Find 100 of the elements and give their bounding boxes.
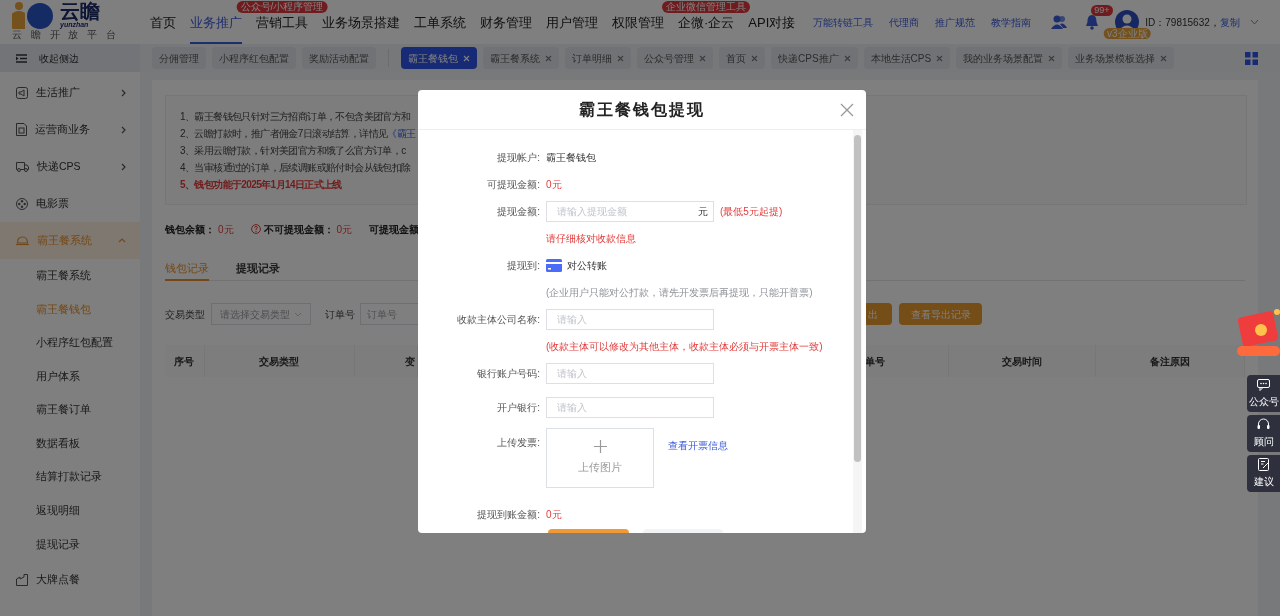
filter-label: 订单号 (325, 307, 355, 322)
form-note: (收款主体可以修改为其他主体，收款主体必须与开票主体一致) (546, 340, 823, 354)
logo-icon (12, 1, 56, 29)
notice-line: 5、钱包功能于2025年1月14日正式上线 (180, 178, 342, 192)
tab[interactable]: 分佣管理 (152, 47, 206, 69)
nav-tab[interactable]: 首页 (150, 0, 176, 44)
megaphone-icon (16, 86, 28, 99)
grid-icon[interactable] (1245, 51, 1258, 65)
sidebar-subitem[interactable]: 霸王餐系统 (36, 267, 91, 284)
side-tool-button[interactable]: 建议 (1247, 455, 1280, 492)
form-label: 收款主体公司名称: (456, 313, 540, 327)
sidebar-item[interactable]: 大牌点餐 (0, 561, 140, 599)
sidebar-subitem[interactable]: 小程序红包配置 (36, 335, 113, 351)
column-header: 交易时间 (948, 345, 1097, 377)
close-icon[interactable] (936, 54, 944, 62)
sidebar-subitem[interactable]: 数据看板 (36, 435, 80, 452)
sidebar-item[interactable]: 快递CPS (0, 148, 140, 185)
help-icon[interactable] (250, 224, 261, 234)
sidebar-item[interactable]: 运营商业务 (0, 111, 140, 148)
balance-value: 0元 (336, 222, 353, 237)
nav-tab[interactable]: 财务管理 (480, 0, 532, 44)
chevron-right-icon (121, 88, 126, 97)
sidebar-subitem[interactable]: 用户体系 (36, 368, 80, 385)
close-icon[interactable] (699, 54, 706, 62)
bell-icon[interactable] (1085, 14, 1100, 30)
bank-card-icon (546, 259, 562, 272)
nav-tab[interactable]: API对接 (748, 0, 796, 44)
tab[interactable]: 奖励活动配置 (302, 47, 376, 69)
sidebar-subitem[interactable]: 提现记录 (36, 536, 80, 553)
tab[interactable]: 公众号管理 (637, 47, 713, 69)
upload-box[interactable]: 上传图片 (546, 428, 654, 488)
tab[interactable]: 快递CPS推广 (771, 47, 858, 69)
header-link[interactable]: 推广规范 (935, 14, 976, 30)
form-label: 可提现金额: (486, 178, 540, 192)
chevron-right-icon (121, 125, 126, 134)
cloche-icon (16, 235, 29, 246)
dialog-title: 霸王餐钱包提现 (579, 99, 705, 120)
truck-icon (16, 161, 29, 172)
gift-envelope-icon[interactable] (1236, 308, 1280, 358)
form-value: 对公转账 (567, 259, 607, 273)
chevron-up-icon (118, 238, 126, 243)
tab[interactable]: 订单明细 (565, 47, 631, 69)
form-value: 0元 (546, 178, 562, 192)
copy-link[interactable]: 复制 (1219, 14, 1240, 30)
record-tab[interactable]: 提现记录 (236, 258, 280, 281)
chat-icon (1257, 378, 1270, 391)
header-link[interactable]: 教学指南 (991, 14, 1032, 30)
form-note: (企业用户只能对公打款，请先开发票后再提现，只能开普票) (546, 286, 813, 300)
side-tool-button[interactable]: 顾问 (1247, 415, 1280, 452)
nav-tab[interactable]: 用户管理 (546, 0, 598, 44)
film-reel-icon (16, 197, 28, 210)
close-icon[interactable] (843, 54, 851, 62)
menu-icon (16, 53, 27, 63)
plus-icon (593, 440, 607, 454)
nav-badge: 企业微信管理工具 (662, 1, 751, 13)
chevron-down-icon[interactable] (1249, 19, 1259, 25)
close-icon[interactable] (751, 54, 758, 62)
plan-badge: v3企业版 (1104, 28, 1151, 39)
balance-value: 0元 (218, 222, 234, 237)
close-icon[interactable] (1048, 54, 1056, 62)
shop-icon (16, 573, 28, 586)
form-value: 霸王餐钱包 (546, 151, 596, 165)
sidebar-subitem[interactable]: 返现明细 (36, 503, 80, 519)
tab[interactable]: 霸王餐钱包 (401, 47, 477, 69)
notice-line: 4、当审核通过的订单，后续调账或赔付时会从钱包扣除 (180, 161, 411, 175)
header-link[interactable]: 万能转链工具 (813, 14, 874, 30)
unit-label: 元 (698, 205, 708, 218)
sidebar-label: 霸王餐系统 (37, 232, 93, 248)
sidebar-item[interactable]: 电影票 (0, 185, 140, 222)
side-tool-button[interactable]: 公众号 (1247, 375, 1280, 412)
hint-text: (最低5元起提) (720, 205, 783, 219)
tab[interactable]: 小程序红包配置 (212, 47, 296, 69)
invoice-info-link[interactable]: 查看开票信息 (668, 438, 728, 453)
nav-tab[interactable]: 工单系统 (414, 0, 466, 44)
form-label: 提现金额: (496, 205, 540, 219)
notification-badge: 99+ (1091, 5, 1113, 16)
close-button[interactable] (840, 103, 854, 117)
sidebar-subitem[interactable]: 霸王餐订单 (36, 402, 91, 419)
nav-badge: 公众号/小程序管理 (236, 1, 328, 13)
close-icon[interactable] (545, 54, 552, 62)
scrollbar[interactable] (854, 135, 861, 462)
header-link[interactable]: 代理商 (889, 14, 920, 30)
tab[interactable]: 业务场景模板选择 (1068, 47, 1175, 69)
tab[interactable]: 首页 (719, 47, 765, 69)
tab[interactable]: 我的业务场景配置 (956, 47, 1063, 69)
close-icon[interactable] (617, 54, 624, 62)
logo-wordmark: 云瞻 (60, 1, 100, 21)
nav-tab[interactable]: 权限管理 (612, 0, 664, 44)
sidebar-subitem[interactable]: 结算打款记录 (36, 469, 102, 486)
account-id: ID：79815632， (1145, 15, 1220, 29)
balance-label: 可提现金额 (369, 222, 420, 237)
tab[interactable]: 本地生活CPS (863, 47, 951, 69)
close-icon[interactable] (1160, 54, 1168, 62)
sidebar-label: 生活推广 (36, 84, 81, 100)
logo-tagline: 云 瞻 开 放 平 台 (12, 29, 120, 41)
text-link[interactable]: 《霸王 (387, 128, 416, 139)
users-icon[interactable] (1051, 15, 1068, 29)
sidebar-item[interactable]: 生活推广 (0, 74, 140, 111)
form-label: 提现到账金额: (476, 508, 540, 522)
headset-icon (1257, 418, 1270, 431)
